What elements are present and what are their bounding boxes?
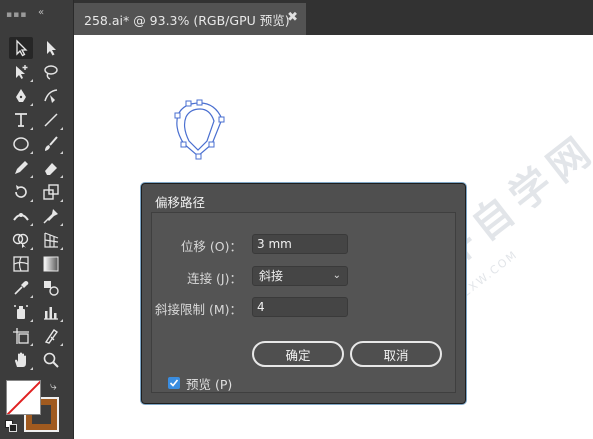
rotate-tool-icon <box>15 185 27 198</box>
cancel-button[interactable]: 取消 <box>350 341 442 367</box>
slice-tool[interactable] <box>39 325 63 347</box>
line-segment-tool[interactable] <box>39 109 63 131</box>
joins-select[interactable]: 斜接 ⌄ <box>252 266 348 286</box>
perspective-grid-tool[interactable] <box>39 229 63 251</box>
lasso-tool-icon <box>44 65 58 80</box>
document-tab-bar: 258.ai* @ 93.3% (RGB/GPU 预览) ✖ <box>74 0 593 35</box>
ellipse-tool[interactable] <box>9 133 33 155</box>
chevron-down-icon: ⌄ <box>332 270 341 281</box>
eraser-tool-icon <box>45 163 57 175</box>
hand-tool[interactable] <box>9 349 33 371</box>
pencil-tool[interactable] <box>9 157 33 179</box>
zoom-tool[interactable] <box>39 349 63 371</box>
artboard-tool-icon <box>13 328 29 344</box>
symbol-sprayer-tool-icon <box>14 305 28 319</box>
puppet-warp-tool[interactable] <box>39 205 63 227</box>
direct-selection-tool[interactable] <box>39 37 63 59</box>
close-tab-button[interactable]: ✖ <box>287 10 298 25</box>
rotate-tool[interactable] <box>9 181 33 203</box>
curvature-tool-icon <box>44 89 58 103</box>
pencil-tool-icon <box>15 161 28 174</box>
selected-path-artwork[interactable] <box>170 99 230 161</box>
none-color-slash <box>7 381 40 414</box>
preview-label[interactable]: 预览 (P) <box>186 374 232 393</box>
pen-tool-icon <box>16 89 26 102</box>
offset-path-dialog: 偏移路径 位移 (O)： 连接 (J)： 斜接 ⌄ 斜接限制 (M)： 预览 (… <box>141 183 466 404</box>
panel-grip-icon[interactable]: ▪▪▪ <box>6 10 27 20</box>
artboard-tool[interactable] <box>9 325 33 347</box>
miter-limit-input[interactable] <box>252 297 348 317</box>
joins-select-value: 斜接 <box>259 269 284 283</box>
pen-tool[interactable] <box>9 85 33 107</box>
curvature-tool[interactable] <box>39 85 63 107</box>
default-colors-icon[interactable] <box>5 420 17 432</box>
lasso-tool[interactable] <box>39 61 63 83</box>
type-tool[interactable] <box>9 109 33 131</box>
gradient-tool-icon <box>43 256 59 272</box>
joins-label: 连接 (J)： <box>187 271 242 286</box>
document-tab[interactable]: 258.ai* @ 93.3% (RGB/GPU 预览) ✖ <box>74 3 306 35</box>
symbol-sprayer-tool[interactable] <box>9 301 33 323</box>
document-tab-title: 258.ai* @ 93.3% (RGB/GPU 预览) <box>84 12 290 28</box>
ellipse-tool-icon <box>13 137 29 151</box>
perspective-grid-tool-icon <box>44 232 59 248</box>
paintbrush-tool[interactable] <box>39 133 63 155</box>
scale-tool-icon <box>43 184 59 200</box>
selection-tool[interactable] <box>9 37 33 59</box>
column-graph-tool-icon <box>44 307 58 320</box>
blend-tool-icon <box>44 281 59 296</box>
line-segment-tool-icon <box>44 113 58 127</box>
ok-button[interactable]: 确定 <box>252 341 344 367</box>
mesh-tool[interactable] <box>9 253 33 275</box>
scale-tool[interactable] <box>39 181 63 203</box>
type-tool-icon <box>15 113 27 127</box>
dialog-title: 偏移路径 <box>155 195 206 210</box>
group-selection-tool[interactable] <box>9 61 33 83</box>
tools-panel: ▪▪▪ « ⤷ <box>0 0 74 439</box>
zoom-tool-icon <box>43 352 59 368</box>
width-tool-icon <box>13 213 29 221</box>
stroke-color-swatch[interactable] <box>6 380 41 415</box>
checkmark-icon <box>169 379 179 387</box>
gradient-tool[interactable] <box>39 253 63 275</box>
preview-checkbox[interactable] <box>168 377 180 389</box>
offset-label: 位移 (O)： <box>180 239 242 254</box>
column-graph-tool[interactable] <box>39 301 63 323</box>
offset-input[interactable] <box>252 234 348 254</box>
direct-selection-tool-icon <box>47 41 56 56</box>
shape-builder-tool[interactable] <box>9 229 33 251</box>
hand-tool-icon <box>15 352 26 367</box>
width-tool[interactable] <box>9 205 33 227</box>
eraser-tool[interactable] <box>39 157 63 179</box>
miter-limit-label: 斜接限制 (M)： <box>154 302 242 317</box>
mesh-tool-icon <box>13 256 29 272</box>
paintbrush-tool-icon <box>45 136 58 151</box>
puppet-warp-tool-icon <box>43 209 58 224</box>
selection-tool-icon <box>16 39 28 57</box>
eyedropper-tool[interactable] <box>9 277 33 299</box>
group-selection-tool-icon <box>16 65 28 79</box>
slice-tool-icon <box>44 329 58 344</box>
swap-colors-icon[interactable]: ⤷ <box>50 379 57 394</box>
dialog-body: 位移 (O)： 连接 (J)： 斜接 ⌄ 斜接限制 (M)： 预览 (P) 确定… <box>151 212 456 393</box>
shape-builder-tool-icon <box>12 233 29 248</box>
blend-tool[interactable] <box>39 277 63 299</box>
collapse-panel-button[interactable]: « <box>38 7 44 18</box>
eyedropper-tool-icon <box>14 281 29 295</box>
